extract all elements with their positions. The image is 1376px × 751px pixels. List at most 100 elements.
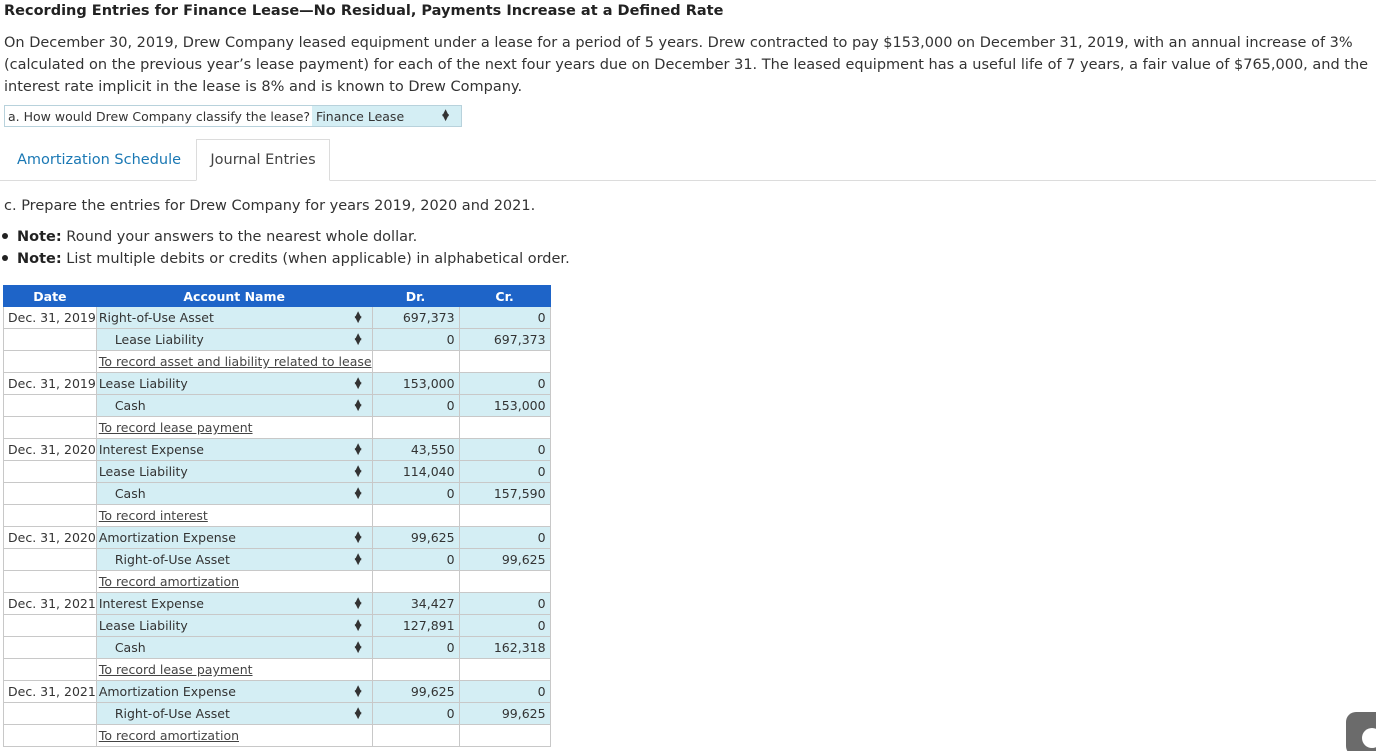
- updown-arrows-icon: ▲ ▼: [354, 485, 362, 501]
- table-row: Dec. 31, 2019 Lease Liability ▲ ▼ 153,000 0: [3, 372, 551, 395]
- date-cell: Dec. 31, 2019: [3, 372, 97, 395]
- memo-text[interactable]: To record interest: [99, 508, 208, 523]
- debit-input[interactable]: 99,625: [371, 526, 460, 549]
- classify-select[interactable]: Finance Lease ▲ ▼: [312, 106, 461, 126]
- page-title: Recording Entries for Finance Lease—No R…: [4, 3, 724, 19]
- table-row: Cash ▲ ▼ 0 162,318: [3, 636, 551, 659]
- account-select[interactable]: Amortization Expense ▲ ▼: [95, 680, 373, 703]
- table-row: Right-of-Use Asset ▲ ▼ 0 99,625: [3, 548, 551, 571]
- debit-input[interactable]: 127,891: [371, 614, 460, 637]
- account-name: Lease Liability: [98, 618, 188, 633]
- date-cell: [3, 350, 97, 373]
- credit-input[interactable]: 0: [458, 438, 551, 461]
- header-date: Date: [3, 285, 97, 307]
- account-name: Amortization Expense: [98, 684, 236, 699]
- credit-input[interactable]: 0: [458, 680, 551, 703]
- table-row: Cash ▲ ▼ 0 157,590: [3, 482, 551, 505]
- memo-text[interactable]: To record lease payment: [99, 420, 253, 435]
- memo-cell: To record amortization: [95, 724, 373, 747]
- note-text: Round your answers to the nearest whole …: [61, 229, 418, 245]
- scroll-top-button[interactable]: [1346, 712, 1376, 751]
- memo-text[interactable]: To record amortization: [99, 728, 239, 743]
- date-cell: [3, 658, 97, 681]
- memo-row: To record interest: [3, 504, 551, 527]
- memo-text[interactable]: To record lease payment: [99, 662, 253, 677]
- debit-input[interactable]: 114,040: [371, 460, 460, 483]
- updown-arrows-icon: ▲ ▼: [354, 397, 362, 413]
- memo-text[interactable]: To record asset and liability related to…: [99, 354, 371, 369]
- credit-input[interactable]: 99,625: [458, 548, 551, 571]
- account-select[interactable]: Cash ▲ ▼: [95, 636, 373, 659]
- header-debit: Dr.: [371, 285, 460, 307]
- credit-input[interactable]: 0: [458, 592, 551, 615]
- memo-row: To record lease payment: [3, 658, 551, 681]
- account-name: Lease Liability: [114, 332, 204, 347]
- date-cell: Dec. 31, 2020: [3, 526, 97, 549]
- account-select[interactable]: Right-of-Use Asset ▲ ▼: [95, 548, 373, 571]
- credit-input[interactable]: 0: [458, 460, 551, 483]
- credit-input[interactable]: 153,000: [458, 394, 551, 417]
- credit-input[interactable]: 0: [458, 526, 551, 549]
- credit-input[interactable]: 697,373: [458, 328, 551, 351]
- memo-text[interactable]: To record amortization: [99, 574, 239, 589]
- debit-input[interactable]: 0: [371, 394, 460, 417]
- note-item: Note: Round your answers to the nearest …: [0, 226, 570, 248]
- debit-input[interactable]: 99,625: [371, 680, 460, 703]
- table-row: Dec. 31, 2020 Amortization Expense ▲ ▼ 99,62…: [3, 526, 551, 549]
- account-name: Right-of-Use Asset: [98, 310, 214, 325]
- debit-input[interactable]: 0: [371, 328, 460, 351]
- tab-bar: Amortization Schedule Journal Entries: [0, 139, 1376, 181]
- credit-input[interactable]: 0: [458, 372, 551, 395]
- account-name: Amortization Expense: [98, 530, 236, 545]
- memo-row: To record lease payment: [3, 416, 551, 439]
- table-row: Lease Liability ▲ ▼ 114,040 0: [3, 460, 551, 483]
- account-select[interactable]: Lease Liability ▲ ▼: [95, 460, 373, 483]
- date-cell: [3, 482, 97, 505]
- updown-arrows-icon: ▲ ▼: [354, 331, 362, 347]
- date-cell: [3, 416, 97, 439]
- date-cell: [3, 570, 97, 593]
- scroll-top-icon: [1362, 728, 1376, 748]
- account-select[interactable]: Amortization Expense ▲ ▼: [95, 526, 373, 549]
- account-name: Interest Expense: [98, 442, 205, 457]
- debit-input[interactable]: 34,427: [371, 592, 460, 615]
- credit-input[interactable]: 157,590: [458, 482, 551, 505]
- credit-input[interactable]: 0: [458, 614, 551, 637]
- note-item: Note: List multiple debits or credits (w…: [0, 248, 570, 270]
- credit-input[interactable]: 99,625: [458, 702, 551, 725]
- journal-entries-table: Date Account Name Dr. Cr. Dec. 31, 2019 R…: [3, 285, 551, 747]
- account-select[interactable]: Right-of-Use Asset ▲ ▼: [95, 702, 373, 725]
- account-select[interactable]: Interest Expense ▲ ▼: [95, 438, 373, 461]
- account-name: Lease Liability: [98, 376, 188, 391]
- debit-input[interactable]: 0: [371, 482, 460, 505]
- account-name: Right-of-Use Asset: [114, 552, 230, 567]
- account-select[interactable]: Lease Liability ▲ ▼: [95, 328, 373, 351]
- memo-cell: To record lease payment: [95, 658, 373, 681]
- account-select[interactable]: Interest Expense ▲ ▼: [95, 592, 373, 615]
- updown-arrows-icon: ▲ ▼: [354, 441, 362, 457]
- credit-cell: [458, 570, 551, 593]
- debit-input[interactable]: 43,550: [371, 438, 460, 461]
- debit-input[interactable]: 0: [371, 702, 460, 725]
- account-select[interactable]: Cash ▲ ▼: [95, 394, 373, 417]
- tab-journal-entries[interactable]: Journal Entries: [196, 139, 330, 181]
- credit-input[interactable]: 162,318: [458, 636, 551, 659]
- updown-arrows-icon: ▲ ▼: [354, 463, 362, 479]
- debit-cell: [371, 658, 460, 681]
- debit-input[interactable]: 0: [371, 636, 460, 659]
- date-cell: [3, 394, 97, 417]
- tab-amortization-schedule[interactable]: Amortization Schedule: [12, 139, 186, 180]
- table-row: Lease Liability ▲ ▼ 127,891 0: [3, 614, 551, 637]
- account-select[interactable]: Cash ▲ ▼: [95, 482, 373, 505]
- updown-arrows-icon: ▲ ▼: [354, 617, 362, 633]
- account-select[interactable]: Lease Liability ▲ ▼: [95, 614, 373, 637]
- credit-input[interactable]: 0: [458, 306, 551, 329]
- account-select[interactable]: Lease Liability ▲ ▼: [95, 372, 373, 395]
- credit-cell: [458, 416, 551, 439]
- debit-input[interactable]: 697,373: [371, 306, 460, 329]
- debit-cell: [371, 570, 460, 593]
- debit-input[interactable]: 0: [371, 548, 460, 571]
- debit-input[interactable]: 153,000: [371, 372, 460, 395]
- notes-list: Note: Round your answers to the nearest …: [0, 226, 570, 270]
- account-select[interactable]: Right-of-Use Asset ▲ ▼: [95, 306, 373, 329]
